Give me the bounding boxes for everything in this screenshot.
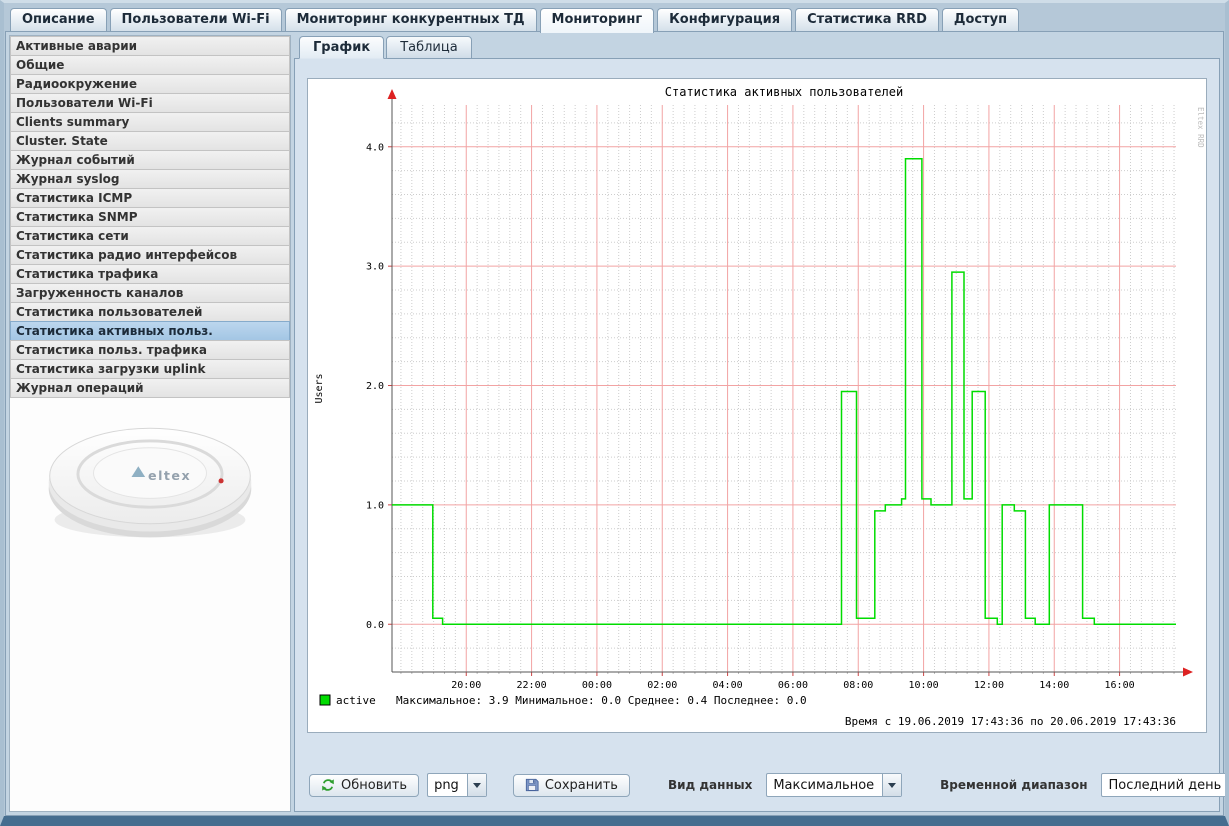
graph-tabpanel: 20:00 22:00 00:00 02:00 04:00 06:00 08:00 10:00… <box>294 58 1220 812</box>
save-button-label: Сохранить <box>545 778 618 793</box>
access-point-image: eltex <box>38 406 262 546</box>
data-view-label: Вид данных <box>668 778 752 792</box>
rrd-chart-svg: 20:00 22:00 00:00 02:00 04:00 06:00 08:00 10:00… <box>308 79 1206 732</box>
subtab[interactable]: График <box>299 36 384 59</box>
device-photo: eltex <box>38 406 262 550</box>
sidebar: Активные аварииОбщиеРадиоокружениеПользо… <box>9 35 291 812</box>
main-panel: ГрафикТаблица 20:00 22:00 00:00 02:00 04:00 0… <box>294 35 1220 812</box>
svg-text:1.0: 1.0 <box>366 500 384 511</box>
main-tab[interactable]: Описание <box>10 8 107 31</box>
sidebar-item[interactable]: Загруженность каналов <box>10 283 290 303</box>
main-tabbar: ОписаниеПользователи Wi-FiМониторинг кон… <box>4 3 1225 31</box>
sidebar-item[interactable]: Статистика польз. трафика <box>10 340 290 360</box>
svg-text:3.0: 3.0 <box>366 262 384 273</box>
svg-text:02:00: 02:00 <box>647 680 677 691</box>
sidebar-item[interactable]: Статистика ICMP <box>10 188 290 208</box>
main-tab[interactable]: Мониторинг <box>540 8 655 33</box>
data-view-dropdown-button[interactable] <box>882 774 901 796</box>
sidebar-item[interactable]: Общие <box>10 55 290 75</box>
time-range-label: Временной диапазон <box>940 778 1087 792</box>
subtab[interactable]: Таблица <box>386 36 472 59</box>
data-view-value: Максимальное <box>767 774 882 796</box>
sidebar-item[interactable]: Пользователи Wi-Fi <box>10 93 290 113</box>
tab-content: Активные аварииОбщиеРадиоокружениеПользо… <box>5 31 1224 816</box>
sidebar-item[interactable]: Cluster. State <box>10 131 290 151</box>
main-tab[interactable]: Доступ <box>942 8 1019 31</box>
image-format-dropdown-button[interactable] <box>467 774 486 796</box>
sidebar-item[interactable]: Журнал syslog <box>10 169 290 189</box>
chevron-down-icon <box>888 783 896 788</box>
save-icon <box>525 778 539 792</box>
main-tab[interactable]: Мониторинг конкурентных ТД <box>285 8 537 31</box>
eltex-logo-text: eltex <box>148 468 191 483</box>
subtabs: ГрафикТаблица <box>294 36 1220 59</box>
sidebar-item[interactable]: Журнал операций <box>10 378 290 398</box>
svg-text:active: active <box>336 694 376 707</box>
svg-text:06:00: 06:00 <box>778 680 808 691</box>
sidebar-item[interactable]: Активные аварии <box>10 36 290 56</box>
sidebar-item[interactable]: Clients summary <box>10 112 290 132</box>
save-button[interactable]: Сохранить <box>513 774 630 797</box>
data-view-select[interactable]: Максимальное <box>766 773 902 797</box>
svg-text:Users: Users <box>314 373 325 403</box>
svg-text:Eltex RRD: Eltex RRD <box>1196 107 1205 148</box>
toolbar: Обновить png <box>295 767 1219 811</box>
sidebar-item[interactable]: Статистика радио интерфейсов <box>10 245 290 265</box>
device-led <box>219 478 224 483</box>
refresh-button[interactable]: Обновить <box>309 774 419 797</box>
svg-text:22:00: 22:00 <box>517 680 547 691</box>
chevron-down-icon <box>473 783 481 788</box>
main-tab[interactable]: Конфигурация <box>657 8 792 31</box>
image-format-value: png <box>428 774 467 796</box>
image-format-select[interactable]: png <box>427 773 487 797</box>
sidebar-item[interactable]: Журнал событий <box>10 150 290 170</box>
sidebar-item[interactable]: Статистика SNMP <box>10 207 290 227</box>
sidebar-item[interactable]: Статистика загрузки uplink <box>10 359 290 379</box>
time-range-value: Последний день <box>1102 774 1229 796</box>
sidebar-item[interactable]: Радиоокружение <box>10 74 290 94</box>
svg-text:12:00: 12:00 <box>974 680 1004 691</box>
svg-text:2.0: 2.0 <box>366 381 384 392</box>
sidebar-item[interactable]: Статистика пользователей <box>10 302 290 322</box>
svg-text:16:00: 16:00 <box>1105 680 1135 691</box>
sidebar-item[interactable]: Статистика активных польз. <box>10 321 290 341</box>
main-tab[interactable]: Статистика RRD <box>795 8 939 31</box>
svg-text:Время с 19.06.2019 17:43:36 по: Время с 19.06.2019 17:43:36 по 20.06.201… <box>845 715 1176 728</box>
svg-text:0.0: 0.0 <box>366 620 384 631</box>
sidebar-item[interactable]: Статистика трафика <box>10 264 290 284</box>
svg-text:10:00: 10:00 <box>909 680 939 691</box>
refresh-icon <box>321 778 335 792</box>
rrd-graph-image: 20:00 22:00 00:00 02:00 04:00 06:00 08:00 10:00… <box>307 78 1207 733</box>
chart-area: 20:00 22:00 00:00 02:00 04:00 06:00 08:00 10:00… <box>295 59 1219 767</box>
refresh-button-label: Обновить <box>341 778 407 793</box>
svg-text:20:00: 20:00 <box>451 680 481 691</box>
svg-text:Максимальное: 3.9 Минимальное: Максимальное: 3.9 Минимальное: 0.0 Средн… <box>396 694 807 707</box>
app-window: ОписаниеПользователи Wi-FiМониторинг кон… <box>0 0 1229 826</box>
time-range-select[interactable]: Последний день <box>1101 773 1229 797</box>
sidebar-item[interactable]: Статистика сети <box>10 226 290 246</box>
main-tab[interactable]: Пользователи Wi-Fi <box>110 8 282 31</box>
svg-text:14:00: 14:00 <box>1039 680 1069 691</box>
svg-text:4.0: 4.0 <box>366 142 384 153</box>
svg-text:08:00: 08:00 <box>843 680 873 691</box>
sidebar-list: Активные аварииОбщиеРадиоокружениеПользо… <box>10 36 290 398</box>
svg-text:04:00: 04:00 <box>713 680 743 691</box>
svg-text:00:00: 00:00 <box>582 680 612 691</box>
svg-text:Статистика активных пользовате: Статистика активных пользователей <box>665 85 903 99</box>
